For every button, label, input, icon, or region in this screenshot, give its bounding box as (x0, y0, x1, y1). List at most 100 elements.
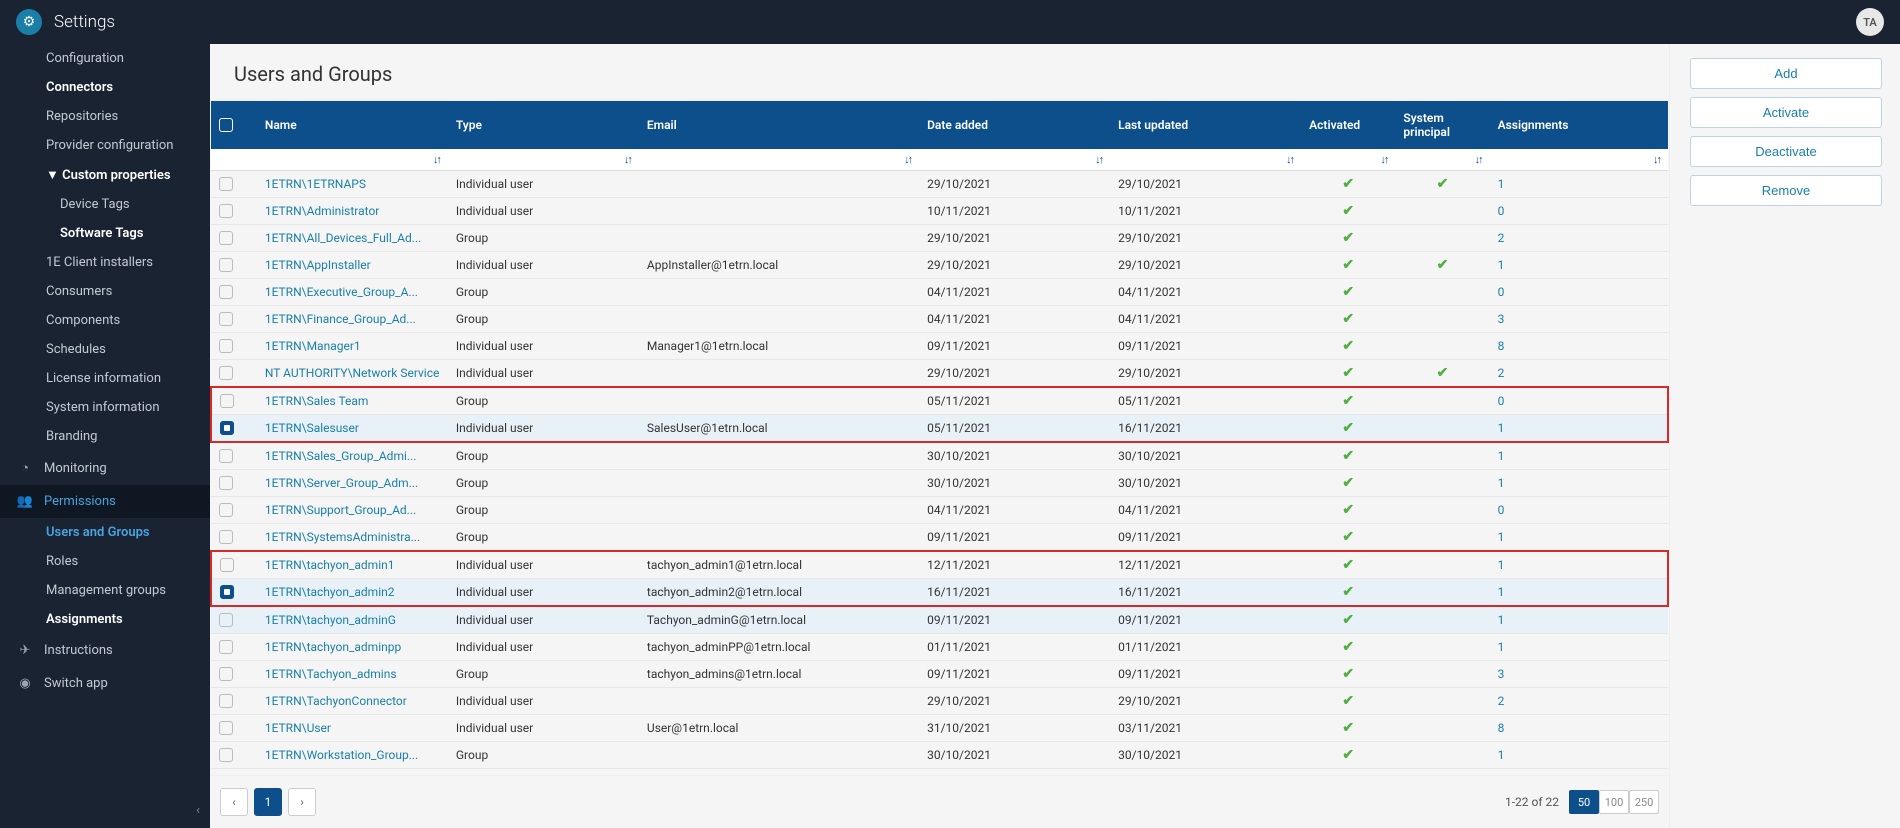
sidebar-item[interactable]: Connectors (0, 73, 210, 102)
add-button[interactable]: Add (1690, 58, 1882, 89)
sidebar-item[interactable]: Device Tags (0, 190, 210, 219)
row-checkbox[interactable] (219, 312, 233, 326)
sidebar-section[interactable]: ✈Instructions (0, 634, 210, 667)
table-row[interactable]: 1ETRN\Finance_Group_Ad...Group04/11/2021… (211, 306, 1668, 333)
assignments-link[interactable]: 3 (1498, 667, 1505, 681)
user-name-link[interactable]: 1ETRN\Administrator (265, 204, 380, 218)
row-checkbox[interactable] (220, 394, 234, 408)
col-activated[interactable]: Activated (1301, 101, 1395, 149)
sidebar-item[interactable]: Roles (0, 547, 210, 576)
page-size-button[interactable]: 250 (1629, 790, 1659, 814)
sort-icon[interactable]: ↓↑ (1380, 153, 1387, 166)
assignments-link[interactable]: 1 (1498, 613, 1505, 627)
assignments-link[interactable]: 0 (1498, 394, 1505, 408)
table-row[interactable]: 1ETRN\TachyonConnectorIndividual user29/… (211, 688, 1668, 715)
user-name-link[interactable]: 1ETRN\Support_Group_Ad... (265, 503, 416, 517)
row-checkbox[interactable] (219, 721, 233, 735)
table-row[interactable]: 1ETRN\All_Devices_Full_Ad...Group29/10/2… (211, 225, 1668, 252)
row-checkbox[interactable] (220, 421, 234, 435)
row-checkbox[interactable] (219, 530, 233, 544)
table-row[interactable]: 1ETRN\UserIndividual userUser@1etrn.loca… (211, 715, 1668, 742)
user-name-link[interactable]: 1ETRN\Finance_Group_Ad... (265, 312, 416, 326)
sidebar-item[interactable]: Consumers (0, 277, 210, 306)
sidebar-section[interactable]: 👥Permissions (0, 485, 210, 518)
assignments-link[interactable]: 1 (1498, 476, 1505, 490)
row-checkbox[interactable] (219, 204, 233, 218)
user-name-link[interactable]: 1ETRN\Sales_Group_Admi... (265, 449, 417, 463)
assignments-link[interactable]: 1 (1498, 177, 1505, 191)
user-name-link[interactable]: 1ETRN\TachyonConnector (265, 694, 407, 708)
sidebar-section[interactable]: ◔Monitoring (0, 451, 210, 485)
user-name-link[interactable]: 1ETRN\Salesuser (265, 421, 359, 435)
col-date[interactable]: Date added (919, 101, 1110, 149)
assignments-link[interactable]: 8 (1498, 721, 1505, 735)
assignments-link[interactable]: 1 (1498, 558, 1505, 572)
table-row[interactable]: 1ETRN\Sales_Group_Admi...Group30/10/2021… (211, 442, 1668, 470)
assignments-link[interactable]: 8 (1498, 339, 1505, 353)
remove-button[interactable]: Remove (1690, 175, 1882, 206)
activate-button[interactable]: Activate (1690, 97, 1882, 128)
sidebar-item[interactable]: Software Tags (0, 219, 210, 248)
sort-icon[interactable]: ↓↑ (1475, 153, 1482, 166)
table-row[interactable]: 1ETRN\Manager1Individual userManager1@1e… (211, 333, 1668, 360)
assignments-link[interactable]: 1 (1498, 640, 1505, 654)
sidebar-item[interactable]: ▼ Custom properties (0, 160, 210, 190)
table-row[interactable]: 1ETRN\Server_Group_Adm...Group30/10/2021… (211, 470, 1668, 497)
table-row[interactable]: 1ETRN\AdministratorIndividual user10/11/… (211, 198, 1668, 225)
table-row[interactable]: 1ETRN\AppInstallerIndividual userAppInst… (211, 252, 1668, 279)
row-checkbox[interactable] (219, 748, 233, 762)
assignments-link[interactable]: 0 (1498, 503, 1505, 517)
table-row[interactable]: 1ETRN\SystemsAdministra...Group09/11/202… (211, 524, 1668, 552)
assignments-link[interactable]: 1 (1498, 449, 1505, 463)
sort-icon[interactable]: ↓↑ (1286, 153, 1293, 166)
row-checkbox[interactable] (219, 231, 233, 245)
table-row[interactable]: 1ETRN\Sales TeamGroup05/11/202105/11/202… (211, 387, 1668, 415)
sort-icon[interactable]: ↓↑ (433, 153, 440, 166)
assignments-link[interactable]: 2 (1498, 231, 1505, 245)
row-checkbox[interactable] (219, 667, 233, 681)
user-name-link[interactable]: 1ETRN\Server_Group_Adm... (265, 476, 418, 490)
col-email[interactable]: Email (639, 101, 919, 149)
assignments-link[interactable]: 1 (1498, 585, 1505, 599)
row-checkbox[interactable] (219, 339, 233, 353)
assignments-link[interactable]: 1 (1498, 421, 1505, 435)
sort-icon[interactable]: ↓↑ (904, 153, 911, 166)
table-row[interactable]: 1ETRN\tachyon_admin1Individual usertachy… (211, 551, 1668, 579)
row-checkbox[interactable] (219, 258, 233, 272)
user-name-link[interactable]: NT AUTHORITY\Network Service (265, 366, 440, 380)
col-assignments[interactable]: Assignments (1490, 101, 1668, 149)
row-checkbox[interactable] (219, 503, 233, 517)
sidebar-item[interactable]: 1E Client installers (0, 248, 210, 277)
sidebar-item[interactable]: Management groups (0, 576, 210, 605)
row-checkbox[interactable] (219, 177, 233, 191)
sidebar-section[interactable]: ◉Switch app (0, 667, 210, 700)
table-row[interactable]: NT AUTHORITY\Network ServiceIndividual u… (211, 360, 1668, 388)
assignments-link[interactable]: 2 (1498, 694, 1505, 708)
assignments-link[interactable]: 1 (1498, 748, 1505, 762)
table-row[interactable]: 1ETRN\SalesuserIndividual userSalesUser@… (211, 415, 1668, 443)
row-checkbox[interactable] (219, 476, 233, 490)
user-name-link[interactable]: 1ETRN\Tachyon_admins (265, 667, 397, 681)
table-row[interactable]: 1ETRN\Support_Group_Ad...Group04/11/2021… (211, 497, 1668, 524)
sidebar-item[interactable]: Assignments (0, 605, 210, 634)
select-all-checkbox[interactable] (219, 118, 233, 132)
col-system[interactable]: System principal (1395, 101, 1489, 149)
sidebar-item[interactable]: Provider configuration (0, 131, 210, 160)
row-checkbox[interactable] (220, 585, 234, 599)
user-name-link[interactable]: 1ETRN\Manager1 (265, 339, 361, 353)
assignments-link[interactable]: 0 (1498, 204, 1505, 218)
table-row[interactable]: 1ETRN\Executive_Group_A...Group04/11/202… (211, 279, 1668, 306)
sidebar-item[interactable]: Schedules (0, 335, 210, 364)
user-name-link[interactable]: 1ETRN\tachyon_admin2 (265, 585, 395, 599)
table-row[interactable]: 1ETRN\tachyon_adminppIndividual usertach… (211, 634, 1668, 661)
sort-icon[interactable]: ↓↑ (624, 153, 631, 166)
user-name-link[interactable]: 1ETRN\Executive_Group_A... (265, 285, 418, 299)
user-name-link[interactable]: 1ETRN\tachyon_admin1 (265, 558, 395, 572)
avatar[interactable]: TA (1856, 8, 1884, 36)
assignments-link[interactable]: 1 (1498, 530, 1505, 544)
sidebar-item[interactable]: Components (0, 306, 210, 335)
table-row[interactable]: 1ETRN\tachyon_admin2Individual usertachy… (211, 579, 1668, 607)
sidebar-item[interactable]: Users and Groups (0, 518, 210, 547)
table-row[interactable]: 1ETRN\Workstation_Group...Group30/10/202… (211, 742, 1668, 769)
row-checkbox[interactable] (219, 366, 233, 380)
